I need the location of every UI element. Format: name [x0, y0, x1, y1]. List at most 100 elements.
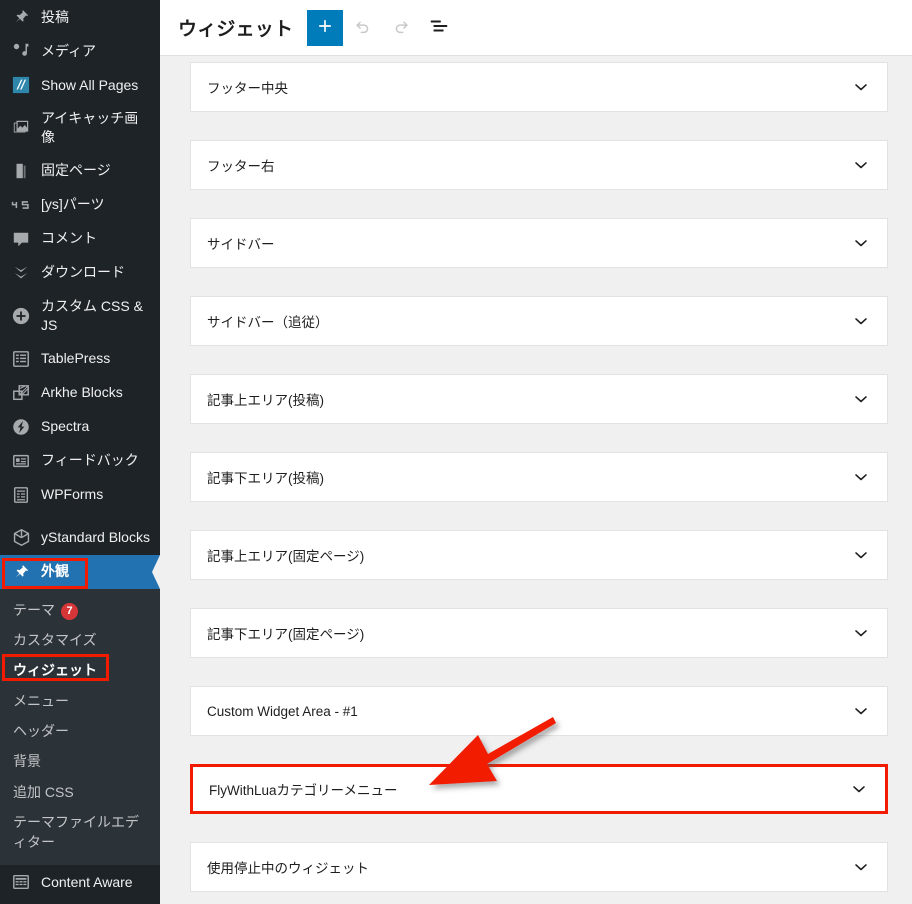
submenu-item-label: 追加 CSS: [13, 783, 74, 800]
list-view-icon: [428, 15, 450, 40]
submenu-item[interactable]: 追加 CSS: [0, 777, 160, 807]
sidebar-item-label: Arkhe Blocks: [41, 384, 123, 401]
chevron-down-icon[interactable]: [851, 311, 871, 331]
widget-area-panel[interactable]: 使用停止中のウィジェット: [190, 842, 888, 892]
plus-icon: [316, 17, 334, 38]
submenu-item[interactable]: ウィジェット: [0, 655, 160, 685]
chevron-down-icon[interactable]: [851, 467, 871, 487]
widget-area-panel[interactable]: フッター右: [190, 140, 888, 190]
submenu-item-label: テーマ: [13, 601, 55, 618]
chevron-down-icon[interactable]: [851, 77, 871, 97]
widget-area-title: 記事下エリア(投稿): [207, 471, 324, 486]
main-region: ウィジェット フッター中央 フッター右 サイドバー サイドバー（追従） 記事上エ…: [160, 0, 912, 904]
appearance-submenu: テーマ 7 カスタマイズ ウィジェットメニューヘッダー背景追加 CSS テーマファイルエ…: [0, 588, 160, 866]
sidebar-item-spectra[interactable]: Spectra: [0, 410, 160, 444]
submenu-item[interactable]: テーマファイルエディター: [0, 807, 160, 858]
appearance-icon: [10, 562, 32, 582]
submenu-item[interactable]: ヘッダー: [0, 716, 160, 746]
widget-area-panel[interactable]: 記事下エリア(投稿): [190, 452, 888, 502]
sidebar-separator: [0, 512, 160, 521]
sidebar-item-ystandard-blocks[interactable]: yStandard Blocks: [0, 521, 160, 555]
sidebar-item-comments[interactable]: コメント: [0, 222, 160, 256]
media-icon: [10, 41, 32, 61]
ys-parts-icon: [10, 195, 32, 215]
sidebar-item-label: Show All Pages: [41, 76, 139, 93]
sidebar-item-custom-css-js[interactable]: カスタム CSS & JS: [0, 290, 160, 342]
sidebar-item-label: コメント: [41, 230, 97, 247]
sidebar-item-label: 投稿: [41, 8, 69, 25]
sidebar-item-label: Spectra: [41, 418, 90, 435]
sidebar-item-show-all-pages[interactable]: Show All Pages: [0, 68, 160, 102]
sidebar-item-tablepress[interactable]: TablePress: [0, 342, 160, 376]
sidebar-item-label: カスタム CSS & JS: [41, 297, 143, 333]
widget-area-title: FlyWithLuaカテゴリーメニュー: [209, 783, 398, 798]
redo-button[interactable]: [383, 10, 419, 46]
sidebar-item-label: yStandard Blocks: [41, 529, 150, 546]
wordpress-admin-screen: 投稿メディア Show All Pages アイキャッチ画像 固定ページ [ys]パーツ…: [0, 0, 912, 904]
sidebar-item-ys-parts[interactable]: [ys]パーツ: [0, 188, 160, 222]
chevron-down-icon[interactable]: [851, 623, 871, 643]
submenu-item[interactable]: テーマ 7: [0, 595, 160, 625]
widget-area-title: サイドバー（追従）: [207, 315, 329, 330]
chevron-down-icon[interactable]: [851, 857, 871, 877]
submenu-item[interactable]: 背景: [0, 746, 160, 776]
widget-area-title: サイドバー: [207, 237, 275, 252]
add-block-button[interactable]: [307, 9, 344, 46]
widget-areas-list: フッター中央フッター右サイドバーサイドバー（追従） 記事上エリア(投稿) 記事下エリ…: [160, 56, 912, 904]
chevron-down-icon[interactable]: [851, 545, 871, 565]
widget-area-title: 記事下エリア(固定ページ): [207, 627, 365, 642]
sidebar-item-label: TablePress: [41, 350, 111, 367]
sidebar-item-pages[interactable]: 固定ページ: [0, 154, 160, 188]
widget-area-panel[interactable]: サイドバー: [190, 218, 888, 268]
sidebar-item-appearance[interactable]: 外観: [0, 554, 160, 589]
header-toolbar: [307, 9, 457, 46]
sidebar-item-label: [ys]パーツ: [41, 196, 105, 213]
submenu-item-label: カスタマイズ: [13, 632, 97, 649]
submenu-item-badge: 7: [61, 603, 78, 621]
sidebar-item-wpforms[interactable]: WPForms: [0, 478, 160, 512]
submenu-item-label: テーマファイルエディター: [13, 813, 139, 851]
widget-area-panel[interactable]: Custom Widget Area - #1: [190, 686, 888, 736]
content-aware-icon: [10, 872, 32, 892]
list-view-button[interactable]: [421, 10, 457, 46]
sidebar-item-feedback[interactable]: フィードバック: [0, 444, 160, 478]
chevron-down-icon[interactable]: [849, 779, 869, 799]
submenu-item-label: ヘッダー: [13, 722, 69, 739]
pages-icon: [10, 161, 32, 181]
sidebar-item-content-aware[interactable]: Content Aware: [0, 865, 160, 899]
widget-area-panel[interactable]: フッター中央: [190, 62, 888, 112]
sidebar-item-featured-image[interactable]: アイキャッチ画像: [0, 102, 160, 154]
submenu-item-label: ウィジェット: [13, 662, 97, 679]
tablepress-icon: [10, 349, 32, 369]
show-all-pages-icon: [10, 75, 32, 95]
undo-button[interactable]: [345, 10, 381, 46]
sidebar-menu-secondary: Content Aware プラグイン2: [0, 865, 160, 904]
sidebar-item-downloads[interactable]: ダウンロード: [0, 256, 160, 290]
widget-area-panel-highlighted[interactable]: FlyWithLuaカテゴリーメニュー: [190, 764, 888, 814]
widget-area-title: フッター右: [207, 159, 275, 174]
pin-icon: [10, 7, 32, 27]
spectra-icon: [10, 417, 32, 437]
widget-area-title: 記事上エリア(固定ページ): [207, 549, 365, 564]
arkhe-blocks-icon: [10, 383, 32, 403]
sidebar-item-arkhe-blocks[interactable]: Arkhe Blocks: [0, 376, 160, 410]
widget-area-panel[interactable]: 記事上エリア(固定ページ): [190, 530, 888, 580]
widget-area-title: 記事上エリア(投稿): [207, 393, 324, 408]
active-menu-notch: [152, 554, 160, 589]
sidebar-item-label: Content Aware: [41, 873, 133, 890]
widget-area-panel[interactable]: 記事下エリア(固定ページ): [190, 608, 888, 658]
chevron-down-icon[interactable]: [851, 701, 871, 721]
widget-area-panel[interactable]: サイドバー（追従）: [190, 296, 888, 346]
sidebar-item-plugins[interactable]: プラグイン2: [0, 899, 160, 904]
sidebar-item-label: メディア: [41, 42, 97, 59]
widget-area-panel[interactable]: 記事上エリア(投稿): [190, 374, 888, 424]
chevron-down-icon[interactable]: [851, 155, 871, 175]
chevron-down-icon[interactable]: [851, 233, 871, 253]
sidebar-item-media[interactable]: メディア: [0, 34, 160, 68]
submenu-item[interactable]: カスタマイズ: [0, 625, 160, 655]
submenu-item[interactable]: メニュー: [0, 686, 160, 716]
chevron-down-icon[interactable]: [851, 389, 871, 409]
ystandard-blocks-icon: [10, 528, 32, 548]
submenu-item-label: 背景: [13, 753, 41, 770]
sidebar-item-pin[interactable]: 投稿: [0, 0, 160, 34]
